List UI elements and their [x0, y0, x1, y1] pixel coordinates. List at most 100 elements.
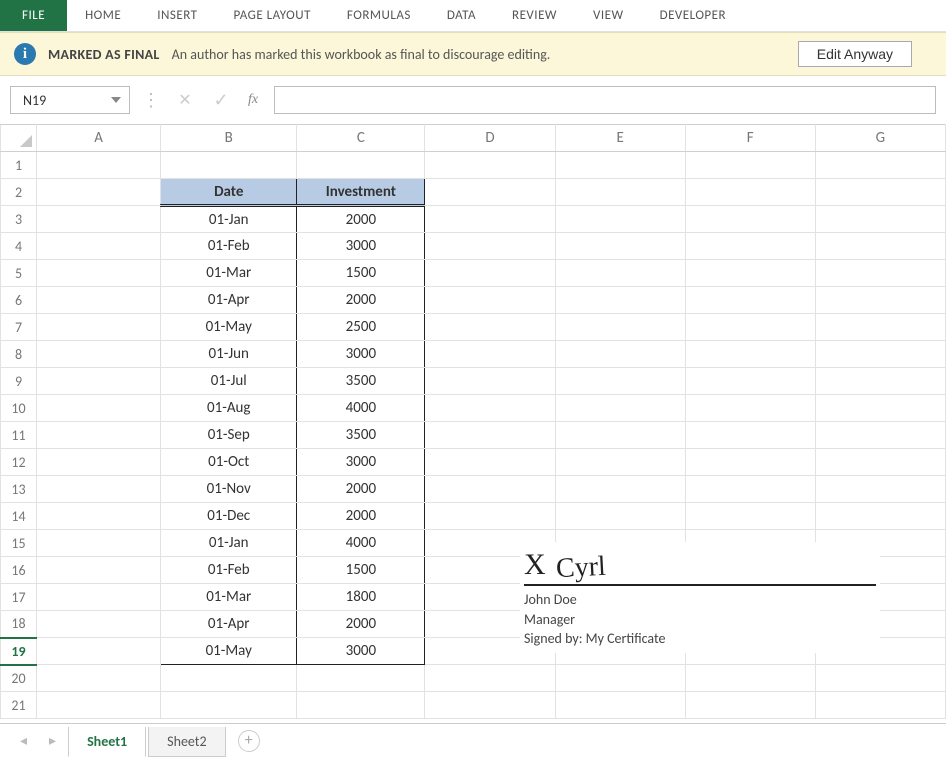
cell-D11[interactable] — [425, 422, 555, 449]
cell-E21[interactable] — [555, 692, 685, 719]
cell-C5[interactable]: 1500 — [297, 260, 425, 287]
cell-D5[interactable] — [425, 260, 555, 287]
cell-C8[interactable]: 3000 — [297, 341, 425, 368]
row-header-14[interactable]: 14 — [1, 503, 37, 530]
col-header-B[interactable]: B — [161, 125, 297, 152]
cell-C12[interactable]: 3000 — [297, 449, 425, 476]
cell-G10[interactable] — [815, 395, 945, 422]
row-header-10[interactable]: 10 — [1, 395, 37, 422]
cell-F5[interactable] — [685, 260, 815, 287]
cell-D13[interactable] — [425, 476, 555, 503]
cell-F10[interactable] — [685, 395, 815, 422]
row-header-18[interactable]: 18 — [1, 611, 37, 638]
row-header-7[interactable]: 7 — [1, 314, 37, 341]
row-header-12[interactable]: 12 — [1, 449, 37, 476]
row-header-9[interactable]: 9 — [1, 368, 37, 395]
cell-F21[interactable] — [685, 692, 815, 719]
cell-D21[interactable] — [425, 692, 555, 719]
row-header-1[interactable]: 1 — [1, 152, 37, 179]
cell-G6[interactable] — [815, 287, 945, 314]
cell-C14[interactable]: 2000 — [297, 503, 425, 530]
cell-D1[interactable] — [425, 152, 555, 179]
cell-A1[interactable] — [37, 152, 161, 179]
cell-E1[interactable] — [555, 152, 685, 179]
cell-D3[interactable] — [425, 206, 555, 233]
cell-E13[interactable] — [555, 476, 685, 503]
cell-G13[interactable] — [815, 476, 945, 503]
cell-F3[interactable] — [685, 206, 815, 233]
row-header-3[interactable]: 3 — [1, 206, 37, 233]
col-header-G[interactable]: G — [815, 125, 945, 152]
cell-B19[interactable]: 01-May — [161, 638, 297, 665]
cell-C6[interactable]: 2000 — [297, 287, 425, 314]
cell-A7[interactable] — [37, 314, 161, 341]
cell-D14[interactable] — [425, 503, 555, 530]
cell-C19[interactable]: 3000 — [297, 638, 425, 665]
row-header-13[interactable]: 13 — [1, 476, 37, 503]
cell-A18[interactable] — [37, 611, 161, 638]
cell-A21[interactable] — [37, 692, 161, 719]
cell-E8[interactable] — [555, 341, 685, 368]
cell-D20[interactable] — [425, 665, 555, 692]
tab-home[interactable]: HOME — [67, 0, 139, 31]
cell-D12[interactable] — [425, 449, 555, 476]
tab-view[interactable]: VIEW — [575, 0, 642, 31]
tab-file[interactable]: FILE — [0, 0, 67, 31]
cell-A17[interactable] — [37, 584, 161, 611]
cell-E5[interactable] — [555, 260, 685, 287]
cancel-icon[interactable]: ✕ — [172, 87, 198, 113]
cell-D4[interactable] — [425, 233, 555, 260]
cell-G2[interactable] — [815, 179, 945, 206]
cell-A14[interactable] — [37, 503, 161, 530]
formula-input[interactable] — [274, 86, 936, 114]
cell-A16[interactable] — [37, 557, 161, 584]
cell-E6[interactable] — [555, 287, 685, 314]
row-header-5[interactable]: 5 — [1, 260, 37, 287]
cell-B3[interactable]: 01-Jan — [161, 206, 297, 233]
cell-C20[interactable] — [297, 665, 425, 692]
cell-C10[interactable]: 4000 — [297, 395, 425, 422]
new-sheet-button[interactable]: + — [238, 730, 260, 752]
cell-B21[interactable] — [161, 692, 297, 719]
cell-D6[interactable] — [425, 287, 555, 314]
cell-E3[interactable] — [555, 206, 685, 233]
cell-B12[interactable]: 01-Oct — [161, 449, 297, 476]
cell-A9[interactable] — [37, 368, 161, 395]
cell-B13[interactable]: 01-Nov — [161, 476, 297, 503]
cell-F8[interactable] — [685, 341, 815, 368]
row-header-21[interactable]: 21 — [1, 692, 37, 719]
cell-D8[interactable] — [425, 341, 555, 368]
cell-C18[interactable]: 2000 — [297, 611, 425, 638]
cell-C13[interactable]: 2000 — [297, 476, 425, 503]
cell-E7[interactable] — [555, 314, 685, 341]
cell-G21[interactable] — [815, 692, 945, 719]
cell-C9[interactable]: 3500 — [297, 368, 425, 395]
sheet-tab-sheet1[interactable]: Sheet1 — [68, 727, 146, 757]
cell-D2[interactable] — [425, 179, 555, 206]
cell-F1[interactable] — [685, 152, 815, 179]
cell-A2[interactable] — [37, 179, 161, 206]
cell-C15[interactable]: 4000 — [297, 530, 425, 557]
cell-E10[interactable] — [555, 395, 685, 422]
cell-F11[interactable] — [685, 422, 815, 449]
cell-E14[interactable] — [555, 503, 685, 530]
row-header-17[interactable]: 17 — [1, 584, 37, 611]
signature-box[interactable]: X Cyrl John Doe Manager Signed by: My Ce… — [520, 542, 880, 653]
row-header-16[interactable]: 16 — [1, 557, 37, 584]
cell-A20[interactable] — [37, 665, 161, 692]
cell-F12[interactable] — [685, 449, 815, 476]
cell-E2[interactable] — [555, 179, 685, 206]
row-header-20[interactable]: 20 — [1, 665, 37, 692]
cell-B14[interactable]: 01-Dec — [161, 503, 297, 530]
cell-A5[interactable] — [37, 260, 161, 287]
tab-insert[interactable]: INSERT — [139, 0, 215, 31]
cell-F4[interactable] — [685, 233, 815, 260]
fx-icon[interactable]: fx — [244, 92, 264, 108]
sheet-nav-next-icon[interactable]: ▸ — [39, 732, 66, 749]
cell-G5[interactable] — [815, 260, 945, 287]
enter-icon[interactable]: ✓ — [208, 87, 234, 113]
cell-A10[interactable] — [37, 395, 161, 422]
sheet-nav-prev-icon[interactable]: ◂ — [10, 732, 37, 749]
cell-C4[interactable]: 3000 — [297, 233, 425, 260]
col-header-E[interactable]: E — [555, 125, 685, 152]
